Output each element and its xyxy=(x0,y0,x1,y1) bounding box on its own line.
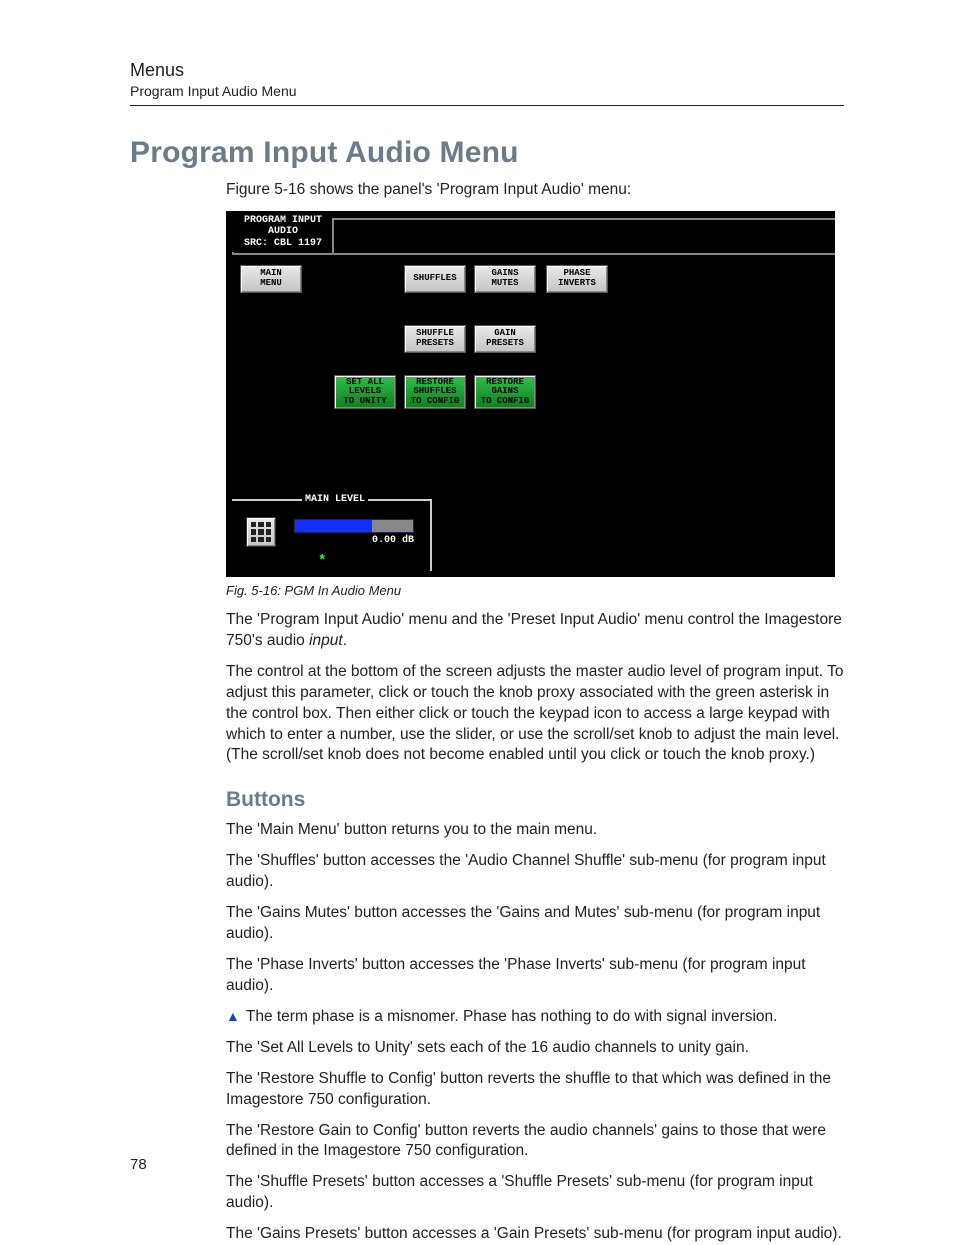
restore-gains-button[interactable]: RESTORE GAINS TO CONFIG xyxy=(474,375,536,409)
main-level-label: MAIN LEVEL xyxy=(302,494,368,505)
text: . xyxy=(343,632,347,649)
chapter-name: Menus xyxy=(130,60,844,81)
knob-proxy-asterisk-icon[interactable]: * xyxy=(318,553,326,569)
note-line: ▲ The term phase is a misnomer. Phase has… xyxy=(226,1007,844,1028)
tab-divider xyxy=(334,218,835,220)
level-value: 0.00 dB xyxy=(372,535,414,546)
keypad-icon[interactable] xyxy=(246,517,276,547)
panel-title-line1: PROGRAM INPUT xyxy=(232,215,334,227)
main-menu-button[interactable]: MAIN MENU xyxy=(240,265,302,293)
section-name: Program Input Audio Menu xyxy=(130,83,844,99)
paragraph: The control at the bottom of the screen … xyxy=(226,662,844,767)
tab-divider xyxy=(232,253,835,255)
intro-text: Figure 5-16 shows the panel's 'Program I… xyxy=(226,180,844,201)
page-title: Program Input Audio Menu xyxy=(130,136,844,170)
figure-caption: Fig. 5-16: PGM In Audio Menu xyxy=(226,583,844,598)
buttons-heading: Buttons xyxy=(226,788,844,812)
level-slider[interactable] xyxy=(294,519,414,533)
note-text: The term phase is a misnomer. Phase has … xyxy=(246,1008,778,1025)
shuffles-button[interactable]: SHUFFLES xyxy=(404,265,466,293)
tab-divider xyxy=(332,218,334,254)
paragraph: The 'Program Input Audio' menu and the '… xyxy=(226,610,844,652)
paragraph: The 'Restore Shuffle to Config' button r… xyxy=(226,1069,844,1111)
restore-shuffles-button[interactable]: RESTORE SHUFFLES TO CONFIG xyxy=(404,375,466,409)
triangle-icon: ▲ xyxy=(226,1008,240,1024)
paragraph: The 'Shuffle Presets' button accesses a … xyxy=(226,1172,844,1214)
page-number: 78 xyxy=(130,1156,147,1173)
tab-divider xyxy=(232,252,234,255)
paragraph: The 'Shuffles' button accesses the 'Audi… xyxy=(226,851,844,893)
gains-mutes-button[interactable]: GAINS MUTES xyxy=(474,265,536,293)
paragraph: The 'Main Menu' button returns you to th… xyxy=(226,820,844,841)
text-italic: input xyxy=(309,632,343,649)
phase-inverts-button[interactable]: PHASE INVERTS xyxy=(546,265,608,293)
panel-title-line2: AUDIO xyxy=(232,226,334,238)
shuffle-presets-button[interactable]: SHUFFLE PRESETS xyxy=(404,325,466,353)
main-level-control[interactable]: MAIN LEVEL 0.00 dB * xyxy=(232,499,432,571)
panel-screenshot: PROGRAM INPUT AUDIO SRC: CBL 1197 MAIN M… xyxy=(226,211,835,577)
gain-presets-button[interactable]: GAIN PRESETS xyxy=(474,325,536,353)
paragraph: The 'Phase Inverts' button accesses the … xyxy=(226,955,844,997)
running-header: Menus Program Input Audio Menu xyxy=(130,60,844,106)
panel-title: PROGRAM INPUT AUDIO SRC: CBL 1197 xyxy=(232,215,334,250)
paragraph: The 'Gains Mutes' button accesses the 'G… xyxy=(226,903,844,945)
paragraph: The 'Set All Levels to Unity' sets each … xyxy=(226,1038,844,1059)
set-all-unity-button[interactable]: SET ALL LEVELS TO UNITY xyxy=(334,375,396,409)
paragraph: The 'Restore Gain to Config' button reve… xyxy=(226,1121,844,1163)
panel-title-line3: SRC: CBL 1197 xyxy=(232,238,334,250)
